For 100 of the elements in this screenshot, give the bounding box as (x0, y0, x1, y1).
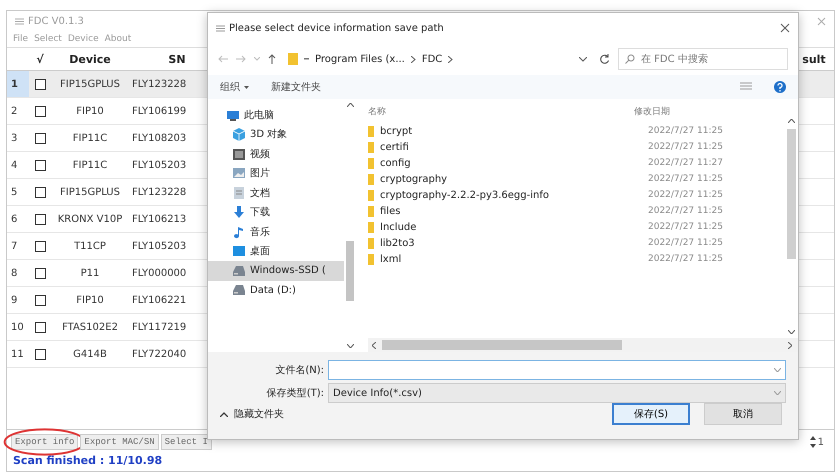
drive-icon (232, 283, 246, 298)
up-icon[interactable] (268, 54, 276, 64)
status-text: Scan finished : 11/10.98 (12, 454, 164, 469)
file-name[interactable]: cryptography (368, 171, 648, 187)
modified-date: 2022/7/27 11:25 (648, 221, 724, 234)
dropdown-icon[interactable] (579, 56, 587, 62)
modified-date: 2022/7/27 11:25 (648, 173, 724, 186)
nav-item[interactable]: 桌面 (208, 242, 344, 261)
modified-date: 2022/7/27 11:27 (648, 157, 724, 170)
folder-icon (368, 254, 374, 264)
nav-item[interactable]: Windows-SSD ( (208, 261, 344, 280)
folder-icon (368, 142, 374, 152)
file-name-field[interactable] (328, 360, 786, 380)
row-number: 4 (10, 158, 18, 172)
table-cell: FLY722040 (132, 348, 186, 360)
table-cell-text: FIP15GPLUS (59, 78, 121, 90)
file-name[interactable]: Include (368, 219, 648, 235)
column-header[interactable]: √ (29, 52, 51, 66)
scroll-down-icon[interactable] (346, 344, 354, 348)
checkbox[interactable] (34, 132, 46, 144)
folder-icon (368, 174, 374, 184)
close-icon[interactable] (780, 23, 790, 33)
column-header[interactable]: Device (51, 52, 129, 66)
nav-item[interactable]: 音乐 (208, 222, 344, 242)
table-cell: FLY106213 (132, 214, 186, 224)
nav-item[interactable]: 图片 (208, 164, 344, 183)
export-button[interactable]: Export MAC/SN (80, 434, 159, 450)
file-name[interactable]: files (368, 203, 648, 219)
scroll-up-icon[interactable] (346, 103, 354, 107)
export-button[interactable]: Select I (160, 434, 212, 450)
scroll-left-icon[interactable] (372, 342, 376, 348)
table-cell: FLY106221 (132, 294, 186, 306)
dialog-button[interactable]: 取消 (704, 403, 782, 425)
dialog-button[interactable]: 保存(S) (612, 403, 690, 425)
table-cell-text: P11 (80, 268, 100, 278)
column-header[interactable]: 修改日期 (634, 104, 770, 118)
picture-icon (232, 166, 246, 180)
folder-icon (368, 238, 374, 248)
menu-icon (15, 18, 24, 24)
nav-item[interactable]: Data (D:) (208, 280, 344, 300)
checkbox[interactable] (34, 268, 46, 278)
scroll-up-icon[interactable] (788, 119, 794, 123)
row-number: 5 (10, 186, 18, 200)
table-cell-text: FIP15GPLUS (59, 186, 121, 198)
field-label: 保存类型(T): (266, 386, 324, 400)
nav-item[interactable]: 此电脑 (208, 105, 344, 124)
export-button[interactable]: Export info (11, 434, 78, 450)
checkbox[interactable] (34, 186, 46, 198)
window-title: FDC V0.1.3 (28, 16, 84, 26)
organize-menu[interactable]: 组织 (220, 80, 240, 94)
spinner-icon[interactable] (810, 436, 816, 448)
file-type-dropdown[interactable]: Device Info(*.csv) (328, 383, 786, 403)
column-header[interactable]: 名称 (368, 104, 634, 118)
scrollbar-thumb[interactable] (382, 340, 622, 350)
checkbox[interactable] (34, 214, 46, 224)
table-cell-text: FTAS102E2 (61, 322, 119, 332)
file-name[interactable]: bcrypt (368, 123, 648, 139)
caret-icon[interactable] (220, 412, 228, 416)
scrollbar-thumb[interactable] (786, 129, 796, 259)
search-field[interactable]: 在 FDC 中搜索 (618, 48, 788, 70)
caret-icon[interactable] (244, 86, 249, 88)
checkbox[interactable] (34, 294, 46, 306)
hide-folders-toggle[interactable]: 隐藏文件夹 (234, 407, 284, 421)
video-icon (232, 146, 246, 161)
checkbox[interactable] (34, 348, 46, 360)
view-icon[interactable] (740, 82, 752, 92)
table-cell-text: KRONX V10P (56, 214, 124, 224)
checkbox[interactable] (34, 160, 46, 170)
file-name[interactable]: certifi (368, 139, 648, 155)
table-cell-text: FIP10 (75, 106, 105, 116)
checkbox[interactable] (34, 240, 46, 252)
nav-item[interactable]: 文档 (208, 183, 344, 202)
nav-item[interactable]: 3D 对象 (208, 124, 344, 144)
scroll-down-icon[interactable] (788, 330, 794, 334)
file-name[interactable]: config (368, 155, 648, 171)
help-icon[interactable] (774, 81, 786, 93)
file-name[interactable]: lib2to3 (368, 235, 648, 251)
row-number: 2 (10, 104, 18, 118)
refresh-icon[interactable] (599, 54, 610, 64)
nav-item[interactable]: 下载 (208, 202, 344, 222)
file-name[interactable]: cryptography-2.2.2-py3.6egg-info (368, 187, 648, 203)
row-number: 6 (10, 212, 18, 226)
checkbox[interactable] (34, 78, 46, 90)
breadcrumb[interactable]: Program Files (x... (315, 54, 405, 64)
menu-icon (216, 24, 225, 32)
modified-date: 2022/7/27 11:25 (648, 141, 724, 154)
table-cell: FLY106199 (132, 106, 186, 116)
nav-item[interactable]: 视频 (208, 144, 344, 164)
row-number: 8 (10, 266, 18, 280)
table-cell: FLY123228 (132, 78, 186, 90)
breadcrumb[interactable]: FDC (422, 54, 442, 64)
file-name[interactable]: lxml (368, 251, 648, 267)
new-folder-button[interactable]: 新建文件夹 (271, 80, 321, 94)
folder-icon (368, 222, 374, 232)
checkbox[interactable] (34, 322, 46, 332)
scrollbar-thumb[interactable] (346, 240, 354, 300)
row-number: 9 (10, 294, 18, 308)
checkbox[interactable] (34, 106, 46, 116)
desktop-icon (232, 244, 246, 258)
scroll-right-icon[interactable] (788, 342, 792, 348)
